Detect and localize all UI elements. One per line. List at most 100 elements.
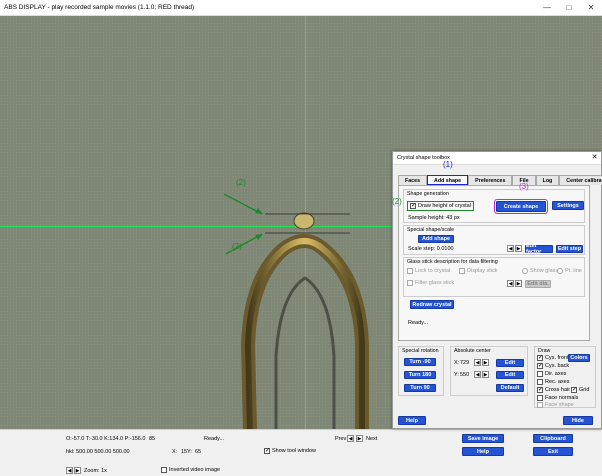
save-image-button[interactable]: Save image	[462, 434, 504, 443]
checkbox-box[interactable]	[537, 371, 543, 377]
checkbox-label: Dir. axes	[545, 371, 567, 377]
show-tool-window-checkbox[interactable]: ✓ Show tool window	[264, 448, 316, 454]
checkbox-box[interactable]	[537, 379, 543, 385]
center-edit-button-2[interactable]: Edit	[496, 371, 524, 379]
checkbox-box[interactable]: ✓	[571, 387, 577, 393]
scale-step: Scale step: 0.0100	[408, 246, 454, 252]
cyc-front-checkbox[interactable]: ✓ Cys. front	[537, 355, 569, 361]
tab-add-shape[interactable]: Add shape	[427, 175, 469, 185]
tab-faces[interactable]: Faces	[398, 175, 428, 185]
turn-180-button[interactable]: Turn 180	[404, 371, 436, 379]
draw-height-checkbox[interactable]: ✓ Draw height of crystal	[407, 201, 474, 211]
create-shape-button[interactable]: Create shape	[494, 199, 548, 214]
turn-90-button[interactable]: Turn 90	[404, 384, 436, 392]
zoom-down-icon[interactable]: ◀	[66, 467, 73, 474]
toolbox-hide-button[interactable]: Hide	[563, 416, 593, 425]
dia-up-icon[interactable]: ▶	[515, 280, 522, 287]
next-arrow-icon[interactable]: ▶	[356, 435, 363, 442]
settings-button[interactable]: Settings	[552, 201, 584, 210]
toolbox-help-button[interactable]: Help	[398, 416, 426, 425]
prev-arrow-icon[interactable]: ◀	[347, 435, 354, 442]
checkbox-label: Lock to crystal	[415, 268, 451, 274]
face-shape-checkbox[interactable]: Face shape	[537, 402, 574, 408]
checkbox-label: Show tool window	[272, 448, 317, 454]
annotation-label-3: (3)	[519, 182, 529, 191]
lock-to-crystal-checkbox[interactable]: Lock to crystal	[407, 268, 450, 274]
frame-number: 85	[149, 436, 156, 442]
annotation-label-2b: (2)	[232, 242, 242, 251]
checkbox-box[interactable]: ✓	[537, 355, 543, 361]
turn-minus-90-button[interactable]: Turn -90	[404, 358, 436, 366]
status-ready: Ready...	[204, 436, 225, 442]
scale-down-icon[interactable]: ◀	[507, 245, 514, 252]
group-title: Glass stick description for data filteri…	[407, 259, 498, 265]
center-y-value: 550	[460, 372, 470, 378]
center-default-button[interactable]: Default	[496, 384, 524, 392]
annotation-label-2a: (2)	[236, 178, 246, 187]
checkbox-box[interactable]	[407, 280, 413, 286]
shape-generation-group: Shape generation ✓ Draw height of crysta…	[403, 189, 585, 223]
center-x-down-icon[interactable]: ◀	[474, 359, 481, 366]
colors-button[interactable]: Colors	[568, 354, 590, 362]
center-x-label: X:	[454, 360, 460, 366]
minimize-icon[interactable]: —	[536, 0, 558, 16]
next-label: Next	[366, 436, 378, 442]
maximize-icon[interactable]: □	[558, 0, 580, 16]
toolbox-titlebar: Crystal shape toolbox	[393, 152, 601, 165]
checkbox-box[interactable]	[459, 268, 465, 274]
filter-glass-stick-checkbox[interactable]: Filter glass stick	[407, 280, 454, 286]
help-button-main[interactable]: Help	[462, 447, 504, 456]
checkbox-box[interactable]: ✓	[410, 203, 416, 209]
draw-group: Draw ✓ Cys. front Colors ✓ Cys. back Dir. …	[534, 346, 596, 408]
face-normals-checkbox[interactable]: Face normals	[537, 395, 578, 401]
display-stick-checkbox[interactable]: Display stick	[459, 268, 498, 274]
sample-height: Sample height: 43 px	[408, 215, 460, 221]
annotation-label-1: (1)	[443, 160, 453, 169]
glass-stick-group: Glass stick description for data filteri…	[403, 257, 585, 297]
show-glass-radio[interactable]: Show glass	[522, 268, 558, 274]
crystal	[293, 212, 315, 230]
tab-preferences[interactable]: Preferences	[468, 175, 513, 185]
group-title: Special shape/scale	[407, 227, 455, 233]
edit-factor-button[interactable]: Edit factor	[525, 243, 553, 255]
redraw-crystal-button[interactable]: Redraw crystal	[410, 300, 454, 309]
rec-axes-checkbox[interactable]: Rec. axes	[537, 379, 569, 385]
radio-box[interactable]	[522, 268, 528, 274]
zoom-up-icon[interactable]: ▶	[74, 467, 81, 474]
grid-checkbox[interactable]: ✓ Grid	[571, 387, 589, 393]
scale-up-icon[interactable]: ▶	[515, 245, 522, 252]
pt-line-radio[interactable]: Pt. line	[557, 268, 582, 274]
cyc-back-checkbox[interactable]: ✓ Cys. back	[537, 363, 569, 369]
edit-dia-button[interactable]: Edit dia.	[525, 280, 551, 288]
checkbox-box[interactable]	[407, 268, 413, 274]
checkbox-box[interactable]: ✓	[537, 387, 543, 393]
toolbox-close-icon[interactable]: ✕	[590, 154, 599, 163]
dir-axes-checkbox[interactable]: Dir. axes	[537, 371, 566, 377]
inverted-video-checkbox[interactable]: Inverted video image	[161, 467, 220, 473]
add-shape-panel: Shape generation ✓ Draw height of crysta…	[398, 182, 590, 341]
clipboard-button[interactable]: Clipboard	[533, 434, 573, 443]
edit-step-button[interactable]: Edit step	[556, 245, 583, 253]
checkbox-box[interactable]: ✓	[264, 448, 270, 454]
window-title: ABS DISPLAY - play recorded sample movie…	[4, 4, 195, 11]
center-y-down-icon[interactable]: ◀	[474, 371, 481, 378]
close-icon[interactable]: ✕	[580, 0, 602, 16]
exit-button[interactable]: Exit	[533, 447, 573, 456]
center-y-label: Y:	[454, 372, 459, 378]
radio-box[interactable]	[557, 268, 563, 274]
tab-center-calibration[interactable]: Center calibration	[559, 175, 602, 185]
add-shape-button[interactable]: Add shape	[418, 235, 454, 243]
tab-log[interactable]: Log	[535, 175, 560, 185]
x-label: X:	[172, 449, 178, 455]
cross-hair-checkbox[interactable]: ✓ Cross hair	[537, 387, 570, 393]
center-edit-button-1[interactable]: Edit	[496, 359, 524, 367]
checkbox-box[interactable]	[161, 467, 167, 473]
checkbox-box[interactable]	[537, 402, 543, 408]
dia-down-icon[interactable]: ◀	[507, 280, 514, 287]
checkbox-box[interactable]: ✓	[537, 363, 543, 369]
checkbox-box[interactable]	[537, 395, 543, 401]
toolbox-status: Ready...	[408, 320, 429, 326]
checkbox-label: Cys. back	[545, 363, 570, 369]
center-x-up-icon[interactable]: ▶	[482, 359, 489, 366]
center-y-up-icon[interactable]: ▶	[482, 371, 489, 378]
